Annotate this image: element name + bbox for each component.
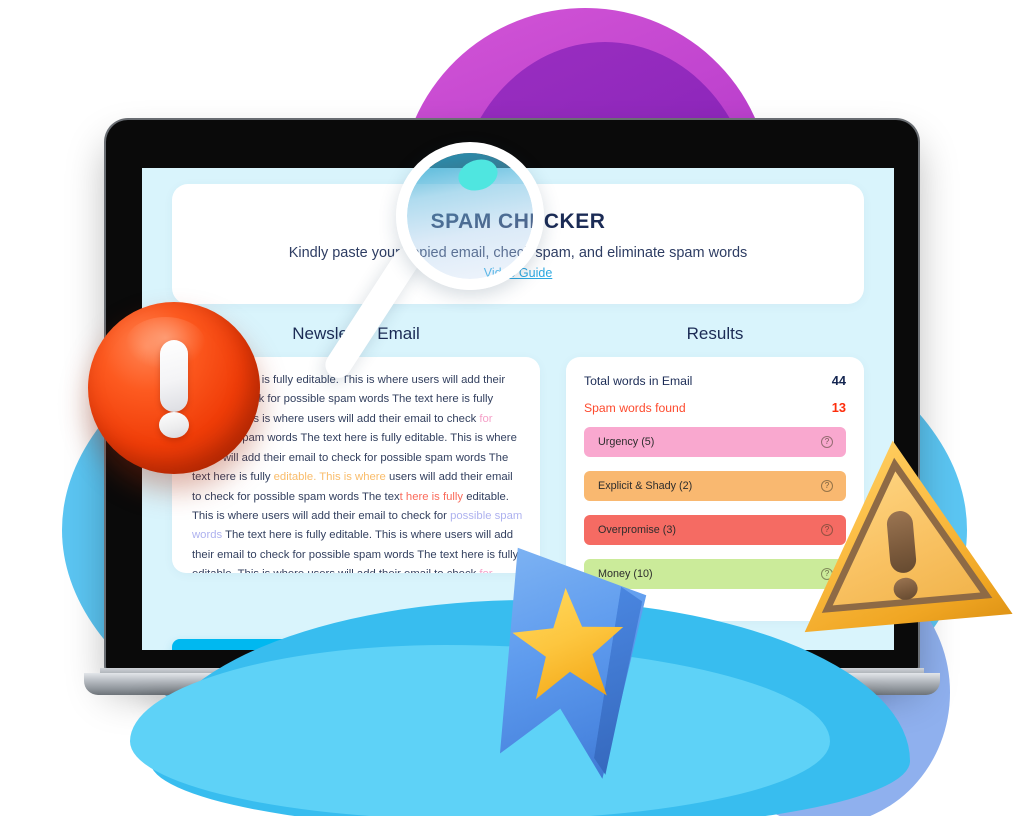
email-line: add their email to check for (311, 509, 451, 522)
exclamation-bar (160, 339, 188, 412)
results-heading: Results (686, 324, 744, 343)
total-words-label: Total words in Email (584, 373, 693, 388)
illustration-stage: SPAM CHECKER Kindly paste your copied em… (0, 0, 1024, 816)
spam-category-label: Explicit & Shady (2) (598, 480, 693, 492)
spam-category-label: Overpromise (3) (598, 524, 676, 536)
email-line: This is where users will add their email… (237, 412, 480, 425)
spam-word-orange: where (351, 471, 386, 484)
spam-words-label: Spam words found (584, 400, 686, 415)
exclamation-circle-3d-icon (88, 302, 260, 474)
email-line: This is where users will add their email… (238, 568, 480, 573)
total-words-value: 44 (831, 373, 846, 388)
total-words-row: Total words in Email 44 (584, 373, 846, 388)
spam-category-label: Urgency (5) (598, 436, 655, 448)
magnifier-rim (396, 142, 544, 290)
magnifier-icon (320, 142, 544, 383)
spam-words-value: 13 (831, 400, 846, 415)
warning-triangle-3d-icon (781, 423, 1020, 650)
spam-word-orange: editable. This is (273, 471, 352, 484)
warning-exclamation-bar (885, 509, 918, 575)
spam-words-row: Spam words found 13 (584, 400, 846, 415)
exclamation-dot (159, 412, 189, 439)
spam-word-red: t here is fully (399, 490, 467, 503)
email-line: The tex (361, 490, 400, 503)
